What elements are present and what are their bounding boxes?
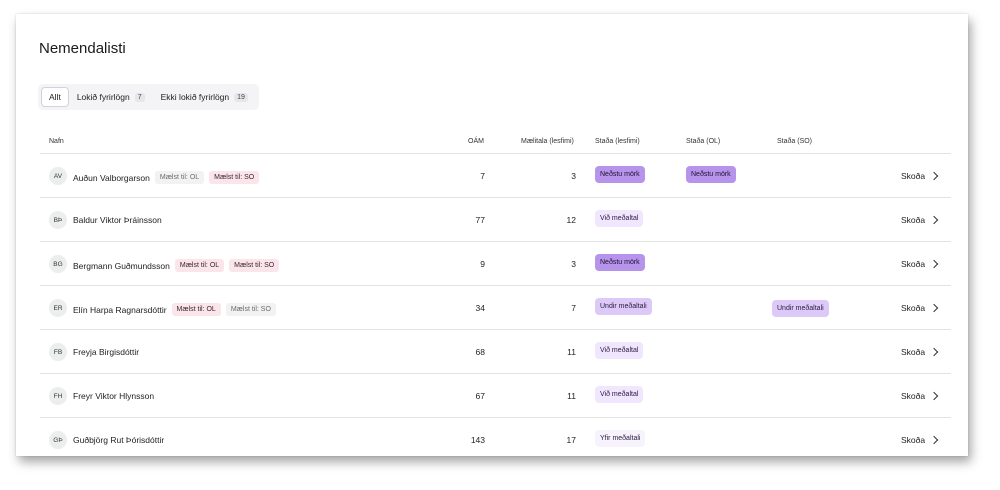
view-student-link[interactable]: Skoða xyxy=(901,391,939,401)
header-maelitala[interactable]: Mælitala (lesfimi) xyxy=(521,138,574,145)
oam-value: 9 xyxy=(480,259,485,269)
oam-value: 143 xyxy=(470,435,485,445)
student-name: Baldur Viktor Þráinsson xyxy=(73,215,162,225)
view-label: Skoða xyxy=(901,391,926,401)
status-ol-badge: Neðstu mörk xyxy=(686,166,736,183)
view-label: Skoða xyxy=(901,171,926,181)
table-row[interactable]: FB Freyja Birgisdóttir 68 11 Við meðaltal Sko… xyxy=(40,330,951,374)
header-stada-so[interactable]: Staða (SO) xyxy=(777,138,812,145)
avatar: FB xyxy=(49,343,67,361)
avatar: FH xyxy=(49,387,67,405)
tab-completed-count: 7 xyxy=(134,92,145,102)
view-student-link[interactable]: Skoða xyxy=(901,435,939,445)
chevron-right-icon xyxy=(929,435,939,445)
recommended-ol-badge: Mælst til: OL xyxy=(174,259,225,272)
student-name-cell: Elín Harpa Ragnarsdóttir Mælst til: OL Mæl… xyxy=(73,303,281,316)
view-student-link[interactable]: Skoða xyxy=(901,259,939,269)
tab-not-completed[interactable]: Ekki lokið fyrirlögn 19 xyxy=(153,88,256,106)
view-student-link[interactable]: Skoða xyxy=(901,215,939,225)
oam-value: 67 xyxy=(475,391,485,401)
oam-value: 34 xyxy=(475,303,485,313)
maelitala-value: 3 xyxy=(571,171,576,181)
maelitala-value: 11 xyxy=(567,391,576,401)
table-row[interactable]: ER Elín Harpa Ragnarsdóttir Mælst til: OL M… xyxy=(40,286,951,330)
chevron-right-icon xyxy=(929,303,939,313)
maelitala-value: 17 xyxy=(566,435,576,445)
table-row[interactable]: AV Auðun Valborgarson Mælst til: OL Mælst t… xyxy=(40,154,951,198)
header-stada-ol[interactable]: Staða (OL) xyxy=(686,138,720,145)
header-name[interactable]: Nafn xyxy=(49,138,64,145)
table-row[interactable]: BÞ Baldur Viktor Þráinsson 77 12 Við meðalta… xyxy=(40,198,951,242)
student-name-cell: Freyr Viktor Hlynsson xyxy=(73,391,159,401)
tab-not-completed-label: Ekki lokið fyrirlögn xyxy=(160,92,230,102)
student-name: Guðbjörg Rut Þórisdóttir xyxy=(73,435,165,445)
student-name-cell: Auðun Valborgarson Mælst til: OL Mælst til… xyxy=(73,171,264,184)
student-list-card: Nemendalisti Allt Lokið fyrirlögn 7 Ekki… xyxy=(16,14,968,456)
header-oam[interactable]: OÁM xyxy=(468,138,484,145)
status-lesfimi-badge: Neðstu mörk xyxy=(595,254,645,271)
view-label: Skoða xyxy=(901,435,926,445)
chevron-right-icon xyxy=(929,215,939,225)
view-label: Skoða xyxy=(901,347,926,357)
chevron-right-icon xyxy=(929,391,939,401)
oam-value: 7 xyxy=(480,171,485,181)
oam-value: 68 xyxy=(475,347,485,357)
table-row[interactable]: FH Freyr Viktor Hlynsson 67 11 Við meðaltal S… xyxy=(40,374,951,418)
status-lesfimi-badge: Við meðaltal xyxy=(595,386,644,403)
recommended-so-badge: Mælst til: SO xyxy=(229,259,280,272)
page-title: Nemendalisti xyxy=(39,40,126,57)
view-label: Skoða xyxy=(901,303,926,313)
status-so-badge: Undir meðaltali xyxy=(772,300,829,317)
student-name: Freyja Birgisdóttir xyxy=(73,347,140,357)
status-lesfimi-badge: Undir meðaltali xyxy=(595,298,652,315)
status-lesfimi-badge: Við meðaltal xyxy=(595,210,644,227)
tab-all[interactable]: Allt xyxy=(41,87,69,107)
student-name: Auðun Valborgarson xyxy=(73,172,150,183)
recommended-ol-badge: Mælst til: OL xyxy=(154,171,205,184)
student-name: Bergmann Guðmundsson xyxy=(73,260,170,271)
maelitala-value: 3 xyxy=(571,259,576,269)
chevron-right-icon xyxy=(929,259,939,269)
header-stada-lesfimi[interactable]: Staða (lesfimi) xyxy=(595,138,640,145)
view-student-link[interactable]: Skoða xyxy=(901,347,939,357)
recommended-so-badge: Mælst til: SO xyxy=(225,303,276,316)
tab-completed-label: Lokið fyrirlögn xyxy=(76,92,130,102)
maelitala-value: 7 xyxy=(571,303,576,313)
avatar: BG xyxy=(49,255,67,273)
recommended-ol-badge: Mælst til: OL xyxy=(171,303,221,316)
student-name-cell: Guðbjörg Rut Þórisdóttir xyxy=(73,435,169,445)
table-header: Nafn OÁM Mælitala (lesfimi) Staða (lesfi… xyxy=(40,132,951,154)
table-row[interactable]: BG Bergmann Guðmundsson Mælst til: OL Mælst… xyxy=(40,242,951,286)
view-student-link[interactable]: Skoða xyxy=(901,171,939,181)
tab-completed[interactable]: Lokið fyrirlögn 7 xyxy=(69,88,153,106)
chevron-right-icon xyxy=(929,171,939,181)
student-name-cell: Bergmann Guðmundsson Mælst til: OL Mælst t… xyxy=(73,259,284,272)
table-body: AV Auðun Valborgarson Mælst til: OL Mælst t… xyxy=(40,154,951,456)
avatar: GÞ xyxy=(49,431,67,449)
tab-all-label: Allt xyxy=(49,92,61,102)
oam-value: 77 xyxy=(475,215,485,225)
avatar: ER xyxy=(49,299,67,317)
status-lesfimi-badge: Við meðaltal xyxy=(595,342,644,359)
maelitala-value: 11 xyxy=(567,347,576,357)
avatar: BÞ xyxy=(49,211,67,229)
avatar: AV xyxy=(49,167,67,185)
student-name-cell: Freyja Birgisdóttir xyxy=(73,347,144,357)
view-label: Skoða xyxy=(901,215,926,225)
view-student-link[interactable]: Skoða xyxy=(901,303,939,313)
status-lesfimi-badge: Neðstu mörk xyxy=(595,166,645,183)
view-label: Skoða xyxy=(901,259,926,269)
chevron-right-icon xyxy=(929,347,939,357)
student-name: Elín Harpa Ragnarsdóttir xyxy=(73,304,167,315)
maelitala-value: 12 xyxy=(566,215,576,225)
student-name-cell: Baldur Viktor Þráinsson xyxy=(73,215,167,225)
table-row[interactable]: GÞ Guðbjörg Rut Þórisdóttir 143 17 Yfir meða… xyxy=(40,418,951,456)
student-table: Nafn OÁM Mælitala (lesfimi) Staða (lesfi… xyxy=(40,132,951,456)
student-name: Freyr Viktor Hlynsson xyxy=(73,391,155,401)
status-lesfimi-badge: Yfir meðaltali xyxy=(595,430,646,447)
filter-tabs: Allt Lokið fyrirlögn 7 Ekki lokið fyrirl… xyxy=(38,84,259,110)
tab-not-completed-count: 19 xyxy=(234,92,248,102)
recommended-so-badge: Mælst til: SO xyxy=(209,171,260,184)
